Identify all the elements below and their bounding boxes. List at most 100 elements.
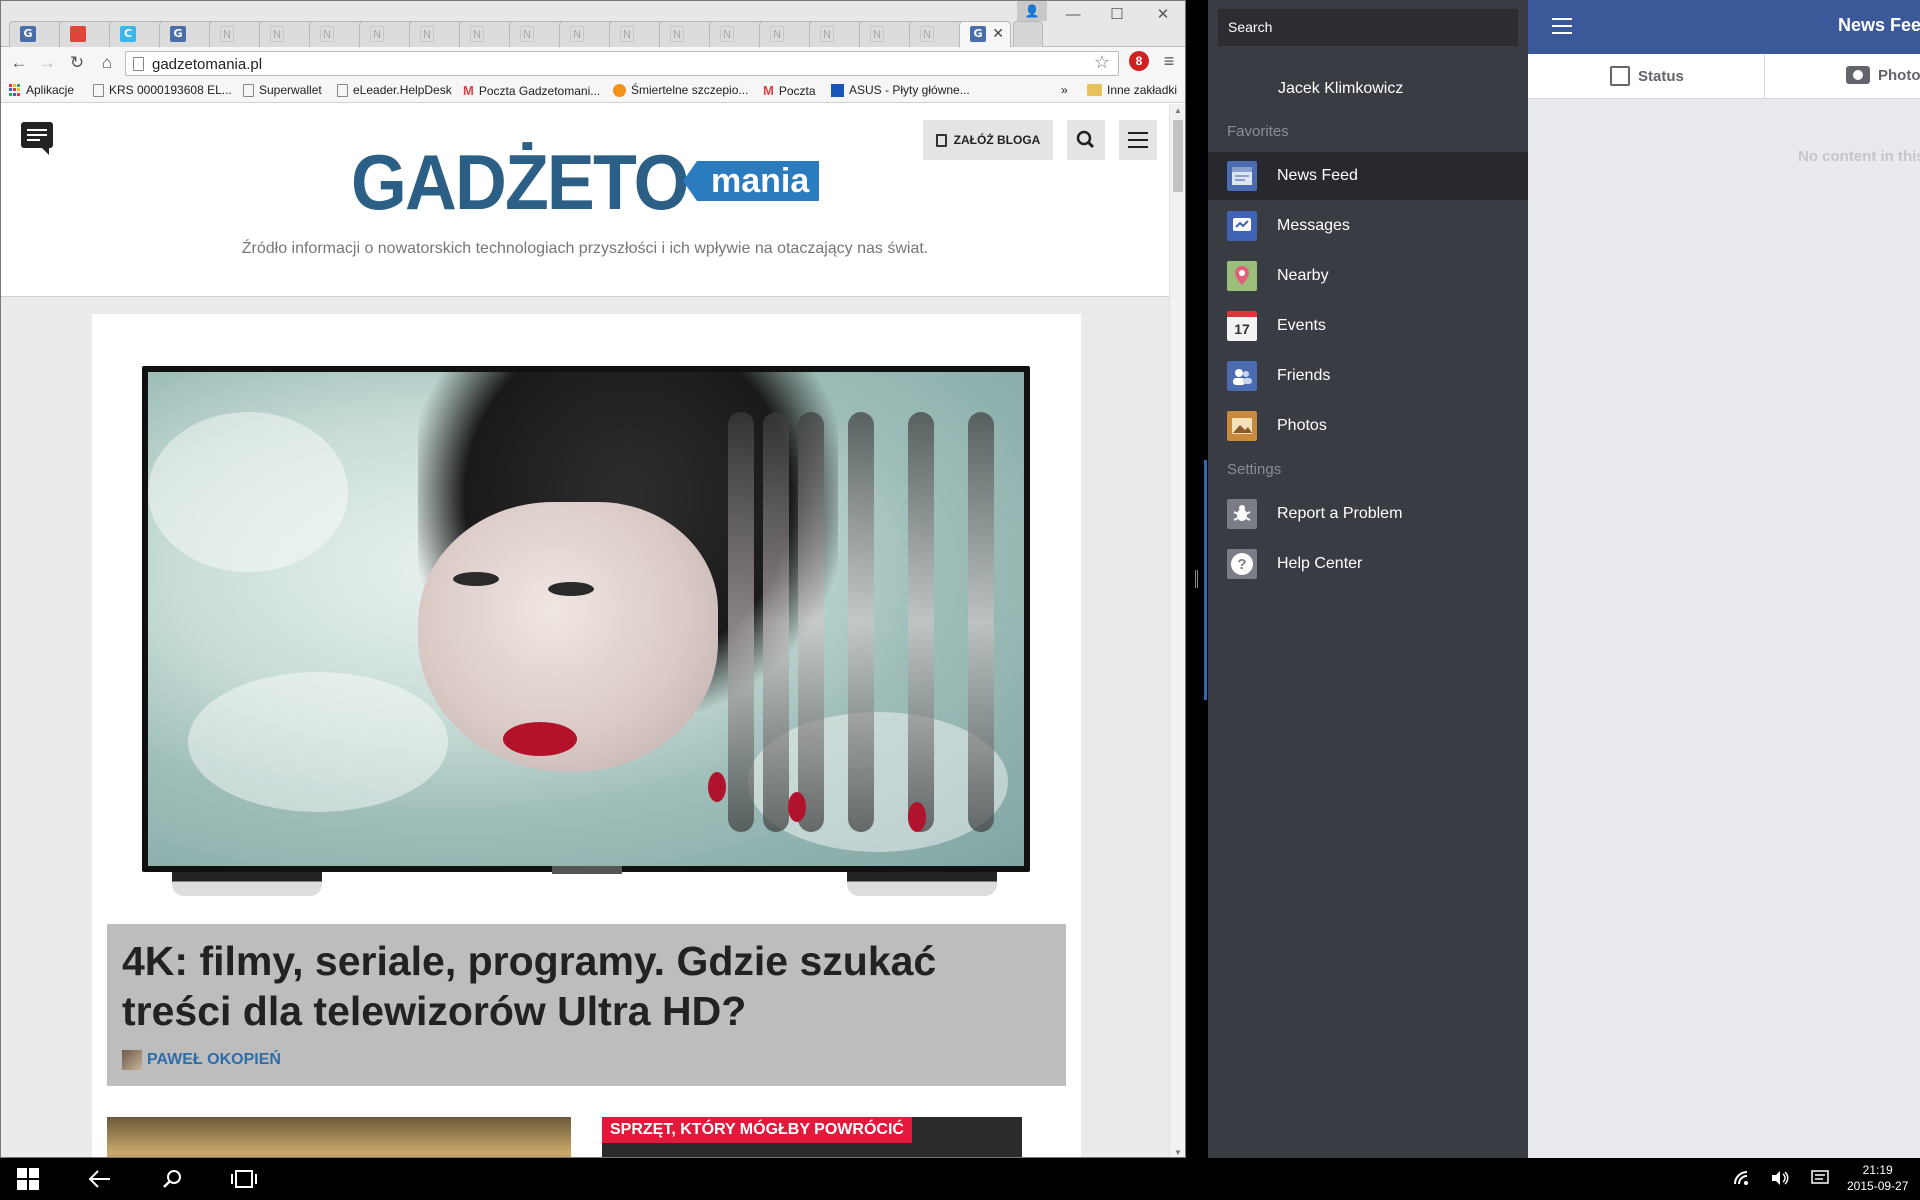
browser-tab[interactable]: N: [559, 21, 615, 47]
tab-favicon-icon: N: [520, 26, 534, 42]
action-separator: [1764, 54, 1765, 99]
close-tab-icon[interactable]: ✕: [992, 25, 1004, 42]
bookmark-label: ASUS - Płyty główne...: [849, 83, 970, 97]
browser-tab[interactable]: C: [109, 21, 165, 47]
network-icon[interactable]: [1733, 1170, 1751, 1189]
system-clock[interactable]: 21:19 2015-09-27: [1847, 1162, 1908, 1194]
bookmark-krs[interactable]: KRS 0000193608 EL...: [93, 83, 232, 97]
search-button[interactable]: [148, 1158, 196, 1200]
sidebar-item-label: Nearby: [1277, 267, 1329, 284]
sidebar-item-help-center[interactable]: ? Help Center: [1208, 540, 1528, 588]
browser-tab[interactable]: N: [409, 21, 465, 47]
asus-icon: [831, 83, 844, 97]
gmail-icon: M: [763, 83, 774, 98]
sidebar-item-nearby[interactable]: Nearby: [1208, 252, 1528, 300]
vertical-scrollbar[interactable]: ▲ ▼: [1169, 104, 1185, 1157]
bookmark-apps[interactable]: Aplikacje: [9, 83, 74, 97]
browser-tab[interactable]: N: [809, 21, 865, 47]
home-icon[interactable]: ⌂: [95, 51, 119, 75]
bookmark-eleader[interactable]: eLeader.HelpDesk: [337, 83, 452, 97]
status-button[interactable]: Status: [1610, 66, 1684, 86]
snap-divider[interactable]: [1186, 0, 1208, 1158]
browser-tab[interactable]: N: [359, 21, 415, 47]
address-bar[interactable]: gadzetomania.pl ☆: [125, 51, 1119, 76]
sidebar-item-messages[interactable]: Messages: [1208, 202, 1528, 250]
maximize-button[interactable]: ☐: [1097, 3, 1137, 27]
search-button[interactable]: [1067, 120, 1105, 160]
tab-favicon-icon: N: [870, 26, 884, 42]
start-button[interactable]: [4, 1158, 52, 1200]
comments-icon[interactable]: [21, 122, 53, 155]
tab-favicon-icon: N: [720, 26, 734, 42]
browser-tab[interactable]: N: [459, 21, 515, 47]
profile-icon[interactable]: 👤: [1017, 1, 1047, 21]
new-tab-button[interactable]: [1013, 21, 1043, 47]
article-category-label[interactable]: SPRZĘT, KTÓRY MÓGŁBY POWRÓCIĆ: [602, 1117, 912, 1143]
sidebar-item-news-feed[interactable]: News Feed: [1208, 152, 1528, 200]
browser-tab[interactable]: N: [509, 21, 565, 47]
volume-icon[interactable]: [1770, 1170, 1790, 1189]
browser-tab[interactable]: N: [309, 21, 365, 47]
browser-tab[interactable]: G: [9, 21, 65, 47]
browser-tab[interactable]: N: [209, 21, 265, 47]
sidebar-item-report-problem[interactable]: Report a Problem: [1208, 490, 1528, 538]
bookmark-poczta-gadzetomania[interactable]: M Poczta Gadzetomani...: [463, 83, 600, 98]
bookmark-label: Poczta Gadzetomani...: [478, 83, 601, 98]
browser-tab[interactable]: N: [759, 21, 815, 47]
sidebar-item-events[interactable]: 17 Events: [1208, 302, 1528, 350]
photo-button[interactable]: Photo: [1846, 66, 1920, 84]
create-blog-button[interactable]: ZAŁÓŻ BLOGA: [923, 120, 1053, 160]
sidebar-item-photos[interactable]: Photos: [1208, 402, 1528, 450]
back-arrow-icon: [88, 1170, 110, 1188]
adblock-extension-icon[interactable]: 8: [1129, 51, 1149, 71]
back-arrow-icon[interactable]: ←: [7, 51, 31, 75]
scroll-up-icon[interactable]: ▲: [1174, 106, 1182, 115]
forward-arrow-icon[interactable]: →: [35, 51, 59, 75]
article-title[interactable]: 4K: filmy, seriale, programy. Gdzie szuk…: [122, 936, 1022, 1036]
bookmark-superwallet[interactable]: Superwallet: [243, 83, 322, 97]
search-input[interactable]: Search: [1218, 9, 1518, 46]
article-thumbnail[interactable]: [107, 1117, 571, 1157]
sidebar-item-label: Friends: [1277, 367, 1331, 384]
browser-tab[interactable]: N: [659, 21, 715, 47]
hamburger-icon[interactable]: [1552, 18, 1572, 36]
browser-tab[interactable]: N: [609, 21, 665, 47]
divider-handle[interactable]: [1195, 570, 1198, 588]
browser-tab[interactable]: N: [909, 21, 965, 47]
article-image[interactable]: [142, 366, 1030, 896]
bookmark-asus[interactable]: ASUS - Płyty główne...: [831, 83, 970, 97]
page-icon: [243, 83, 254, 97]
browser-tab[interactable]: G: [159, 21, 215, 47]
scrollbar-thumb[interactable]: [1173, 120, 1183, 192]
chrome-menu-icon[interactable]: ≡: [1157, 49, 1181, 73]
task-view-icon: [231, 1170, 257, 1188]
browser-tab-active[interactable]: G ✕: [959, 21, 1011, 47]
featured-article-card[interactable]: 4K: filmy, seriale, programy. Gdzie szuk…: [92, 314, 1081, 1157]
bookmarks-overflow-button[interactable]: »: [1061, 83, 1068, 97]
close-window-button[interactable]: ✕: [1143, 3, 1183, 27]
tab-favicon-icon: N: [270, 26, 284, 42]
browser-tab[interactable]: N: [859, 21, 915, 47]
tab-favicon-icon: N: [770, 26, 784, 42]
task-view-button[interactable]: [220, 1158, 268, 1200]
bookmark-other[interactable]: Inne zakładki: [1087, 83, 1177, 97]
user-name[interactable]: Jacek Klimkowicz: [1278, 80, 1403, 98]
action-center-icon[interactable]: [1811, 1170, 1829, 1189]
menu-button[interactable]: [1119, 120, 1157, 160]
article-caption[interactable]: 4K: filmy, seriale, programy. Gdzie szuk…: [107, 924, 1066, 1086]
scroll-down-icon[interactable]: ▼: [1174, 1148, 1182, 1157]
reload-icon[interactable]: ↻: [65, 51, 89, 75]
site-logo[interactable]: GADŻETO mania: [351, 142, 821, 222]
browser-tab[interactable]: [59, 21, 115, 47]
browser-tab[interactable]: N: [259, 21, 315, 47]
article-author[interactable]: PAWEŁ OKOPIEŃ: [122, 1050, 281, 1070]
minimize-button[interactable]: —: [1053, 3, 1093, 27]
bookmark-smiertelne[interactable]: Śmiertelne szczepio...: [613, 83, 748, 97]
author-avatar: [122, 1050, 142, 1070]
browser-tab[interactable]: N: [709, 21, 765, 47]
bookmark-poczta[interactable]: M Poczta: [763, 83, 816, 98]
back-button[interactable]: [76, 1158, 124, 1200]
page-viewport[interactable]: GADŻETO mania ZAŁÓŻ BLOGA Źródło informa…: [1, 104, 1169, 1157]
bookmark-star-icon[interactable]: ☆: [1094, 52, 1110, 73]
sidebar-item-friends[interactable]: Friends: [1208, 352, 1528, 400]
